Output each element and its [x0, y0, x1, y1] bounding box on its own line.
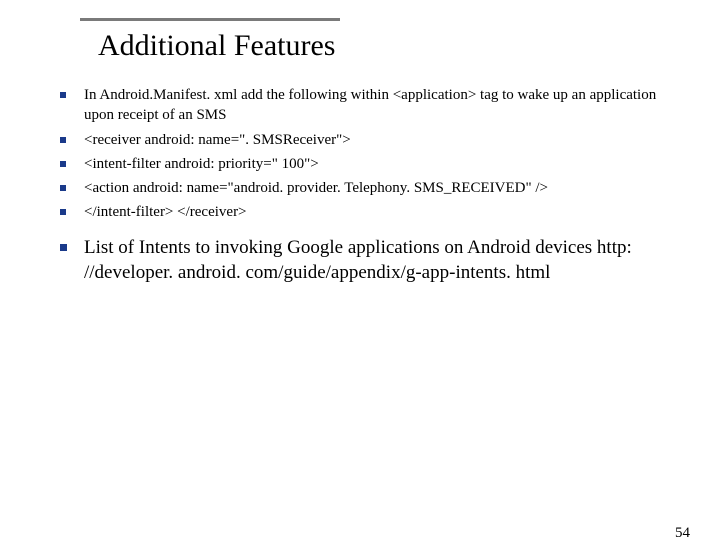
- list-item-text: </intent-filter> </receiver>: [84, 202, 247, 222]
- bullet-list-small: In Android.Manifest. xml add the followi…: [60, 85, 680, 223]
- list-item: List of Intents to invoking Google appli…: [60, 235, 680, 286]
- slide-content: In Android.Manifest. xml add the followi…: [60, 85, 680, 286]
- list-item: <intent-filter android: priority=" 100">: [60, 154, 680, 174]
- square-bullet-icon: [60, 209, 66, 215]
- slide-title-block: Additional Features: [80, 18, 340, 63]
- list-item-text: <action android: name="android. provider…: [84, 178, 548, 198]
- square-bullet-icon: [60, 161, 66, 167]
- square-bullet-icon: [60, 92, 66, 98]
- list-item-text: In Android.Manifest. xml add the followi…: [84, 85, 680, 126]
- list-item: In Android.Manifest. xml add the followi…: [60, 85, 680, 126]
- list-item-text: <receiver android: name=". SMSReceiver">: [84, 130, 351, 150]
- list-item: </intent-filter> </receiver>: [60, 202, 680, 222]
- slide-title: Additional Features: [98, 29, 340, 63]
- square-bullet-icon: [60, 137, 66, 143]
- square-bullet-icon: [60, 185, 66, 191]
- bullet-list-large: List of Intents to invoking Google appli…: [60, 235, 680, 286]
- list-item-text: List of Intents to invoking Google appli…: [84, 235, 680, 286]
- list-item: <receiver android: name=". SMSReceiver">: [60, 130, 680, 150]
- list-item: <action android: name="android. provider…: [60, 178, 680, 198]
- page-number: 54: [675, 525, 690, 542]
- list-item-text: <intent-filter android: priority=" 100">: [84, 154, 319, 174]
- square-bullet-icon: [60, 244, 67, 251]
